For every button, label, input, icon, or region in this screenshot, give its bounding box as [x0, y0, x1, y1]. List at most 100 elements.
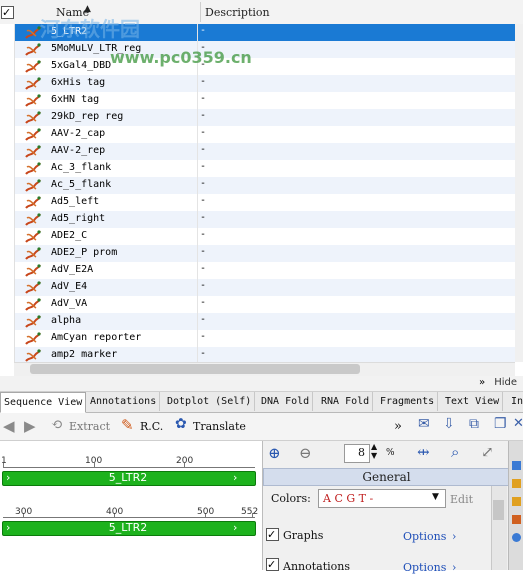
- list-row[interactable]: AAV-2_cap -: [0, 126, 515, 143]
- tab-rna-fold[interactable]: RNA Fold: [318, 392, 374, 411]
- list-row-description: -: [200, 314, 207, 325]
- zoom-out-icon[interactable]: ⊖: [299, 444, 312, 462]
- tool-strip-icon[interactable]: [512, 497, 521, 506]
- export-icon[interactable]: ⇩: [443, 416, 455, 432]
- list-row[interactable]: Ad5_left -: [0, 194, 515, 211]
- side-panel-scrollbar-thumb[interactable]: [493, 500, 504, 520]
- email-icon[interactable]: ✉: [418, 416, 430, 432]
- feature-arrow-icon: ›: [233, 471, 238, 484]
- zoom-value[interactable]: 8: [358, 446, 365, 459]
- graphs-label: Graphs: [283, 529, 324, 542]
- reverse-complement-button[interactable]: R.C.: [140, 420, 163, 433]
- forward-arrow-icon[interactable]: ▶: [24, 417, 36, 435]
- chevron-right-icon[interactable]: ›: [452, 530, 456, 543]
- list-row-name: ADE2_C: [51, 230, 88, 241]
- extract-button[interactable]: Extract: [69, 420, 110, 433]
- extract-icon[interactable]: ⟲: [51, 417, 63, 433]
- sequence-feature-icon: [24, 280, 42, 295]
- annotations-options-link[interactable]: Options: [403, 561, 446, 574]
- zoom-stepper-icon[interactable]: ▲ ▼: [371, 442, 377, 460]
- sequence-feature-icon: [24, 331, 42, 346]
- hide-button[interactable]: Hide: [494, 377, 517, 388]
- list-row[interactable]: AdV_E4 -: [0, 279, 515, 296]
- viewer-tab-bar: Sequence View Annotations Dotplot (Self)…: [0, 392, 523, 413]
- float-window-icon[interactable]: ❐: [494, 416, 507, 432]
- list-row[interactable]: Ad5_right -: [0, 211, 515, 228]
- tab-more[interactable]: In: [508, 392, 523, 411]
- translate-button[interactable]: Translate: [193, 420, 246, 433]
- splitter-chevron-icon[interactable]: »: [479, 377, 485, 388]
- list-row-name: Ad5_right: [51, 213, 106, 224]
- list-row[interactable]: amp2 marker -: [0, 347, 515, 362]
- splitter-bar[interactable]: [0, 376, 523, 392]
- chevron-down-icon[interactable]: ▼: [432, 492, 439, 502]
- list-row-description: -: [200, 348, 207, 359]
- tab-fragments[interactable]: Fragments: [377, 392, 439, 411]
- overflow-chevron-icon[interactable]: »: [394, 419, 402, 434]
- colors-dropdown-value: A C G T -: [323, 492, 374, 505]
- window-icon[interactable]: ⧉: [469, 416, 479, 432]
- tool-strip-icon[interactable]: [512, 533, 521, 542]
- fit-width-icon[interactable]: ⇹: [417, 443, 430, 461]
- list-row-name: AmCyan reporter: [51, 332, 142, 343]
- list-row[interactable]: 5MoMuLV_LTR_reg -: [0, 41, 515, 58]
- sequence-map-panel[interactable]: 1 100 200 5_LTR2 › › 300 400 500 552 5_L…: [0, 441, 263, 570]
- sequence-feature-icon: [24, 93, 42, 108]
- list-row-description: -: [200, 144, 207, 155]
- list-row-name: ADE2_P prom: [51, 247, 118, 258]
- general-section-header[interactable]: General: [263, 468, 510, 486]
- back-arrow-icon[interactable]: ◀: [3, 417, 15, 435]
- list-row[interactable]: AdV_VA -: [0, 296, 515, 313]
- close-panel-icon[interactable]: ✕: [513, 416, 523, 431]
- zoom-in-icon[interactable]: ⊕: [268, 444, 281, 462]
- list-row-description: -: [200, 93, 207, 104]
- list-row-description: -: [200, 212, 207, 223]
- side-panel-scrollbar[interactable]: [491, 486, 507, 570]
- list-row-name: amp2 marker: [51, 349, 118, 360]
- column-separator[interactable]: [200, 2, 201, 22]
- translate-icon[interactable]: ✿: [175, 416, 187, 432]
- tool-strip-icon[interactable]: [512, 515, 521, 524]
- list-row-description: -: [200, 76, 207, 87]
- zoom-tool-icon[interactable]: ⌕: [451, 443, 459, 461]
- reverse-complement-icon[interactable]: ✎: [121, 416, 134, 434]
- vertical-scrollbar[interactable]: [515, 24, 523, 362]
- graphs-options-link[interactable]: Options: [403, 530, 446, 543]
- list-row[interactable]: 6xHis tag -: [0, 75, 515, 92]
- list-row[interactable]: ADE2_P prom -: [0, 245, 515, 262]
- column-separator: [197, 330, 198, 347]
- sequence-feature-icon: [24, 348, 42, 362]
- tool-strip-icon[interactable]: [512, 479, 521, 488]
- list-row[interactable]: AmCyan reporter -: [0, 330, 515, 347]
- list-row[interactable]: AAV-2_rep -: [0, 143, 515, 160]
- chevron-right-icon[interactable]: ›: [452, 561, 456, 574]
- list-row[interactable]: Ac_3_flank -: [0, 160, 515, 177]
- column-header-description[interactable]: Description: [205, 6, 270, 19]
- column-separator: [197, 262, 198, 279]
- tab-text-view[interactable]: Text View: [442, 392, 504, 411]
- zoom-field[interactable]: [344, 444, 370, 463]
- tab-dna-fold[interactable]: DNA Fold: [258, 392, 314, 411]
- sequence-feature-icon: [24, 212, 42, 227]
- tab-annotations[interactable]: Annotations: [87, 392, 161, 411]
- tab-sequence-view[interactable]: Sequence View: [0, 392, 87, 413]
- list-row-name: AdV_E4: [51, 281, 88, 292]
- list-row[interactable]: Ac_5_flank -: [0, 177, 515, 194]
- list-row-description: -: [200, 229, 207, 240]
- list-row[interactable]: AdV_E2A -: [0, 262, 515, 279]
- edit-colors-button[interactable]: Edit: [450, 493, 473, 506]
- list-row-description: -: [200, 178, 207, 189]
- column-separator: [197, 177, 198, 194]
- list-row[interactable]: 29kD_rep reg -: [0, 109, 515, 126]
- list-gutter: [0, 24, 15, 362]
- list-row-description: -: [200, 297, 207, 308]
- list-row[interactable]: alpha -: [0, 313, 515, 330]
- list-row[interactable]: ADE2_C -: [0, 228, 515, 245]
- column-separator: [197, 24, 198, 41]
- list-row[interactable]: 5xGal4_DBD -: [0, 58, 515, 75]
- expand-icon[interactable]: ⤢: [481, 443, 494, 461]
- tool-strip-icon[interactable]: [512, 461, 521, 470]
- list-row[interactable]: 6xHN tag -: [0, 92, 515, 109]
- tab-dotplot[interactable]: Dotplot (Self): [164, 392, 256, 411]
- horizontal-scrollbar-thumb[interactable]: [30, 364, 360, 374]
